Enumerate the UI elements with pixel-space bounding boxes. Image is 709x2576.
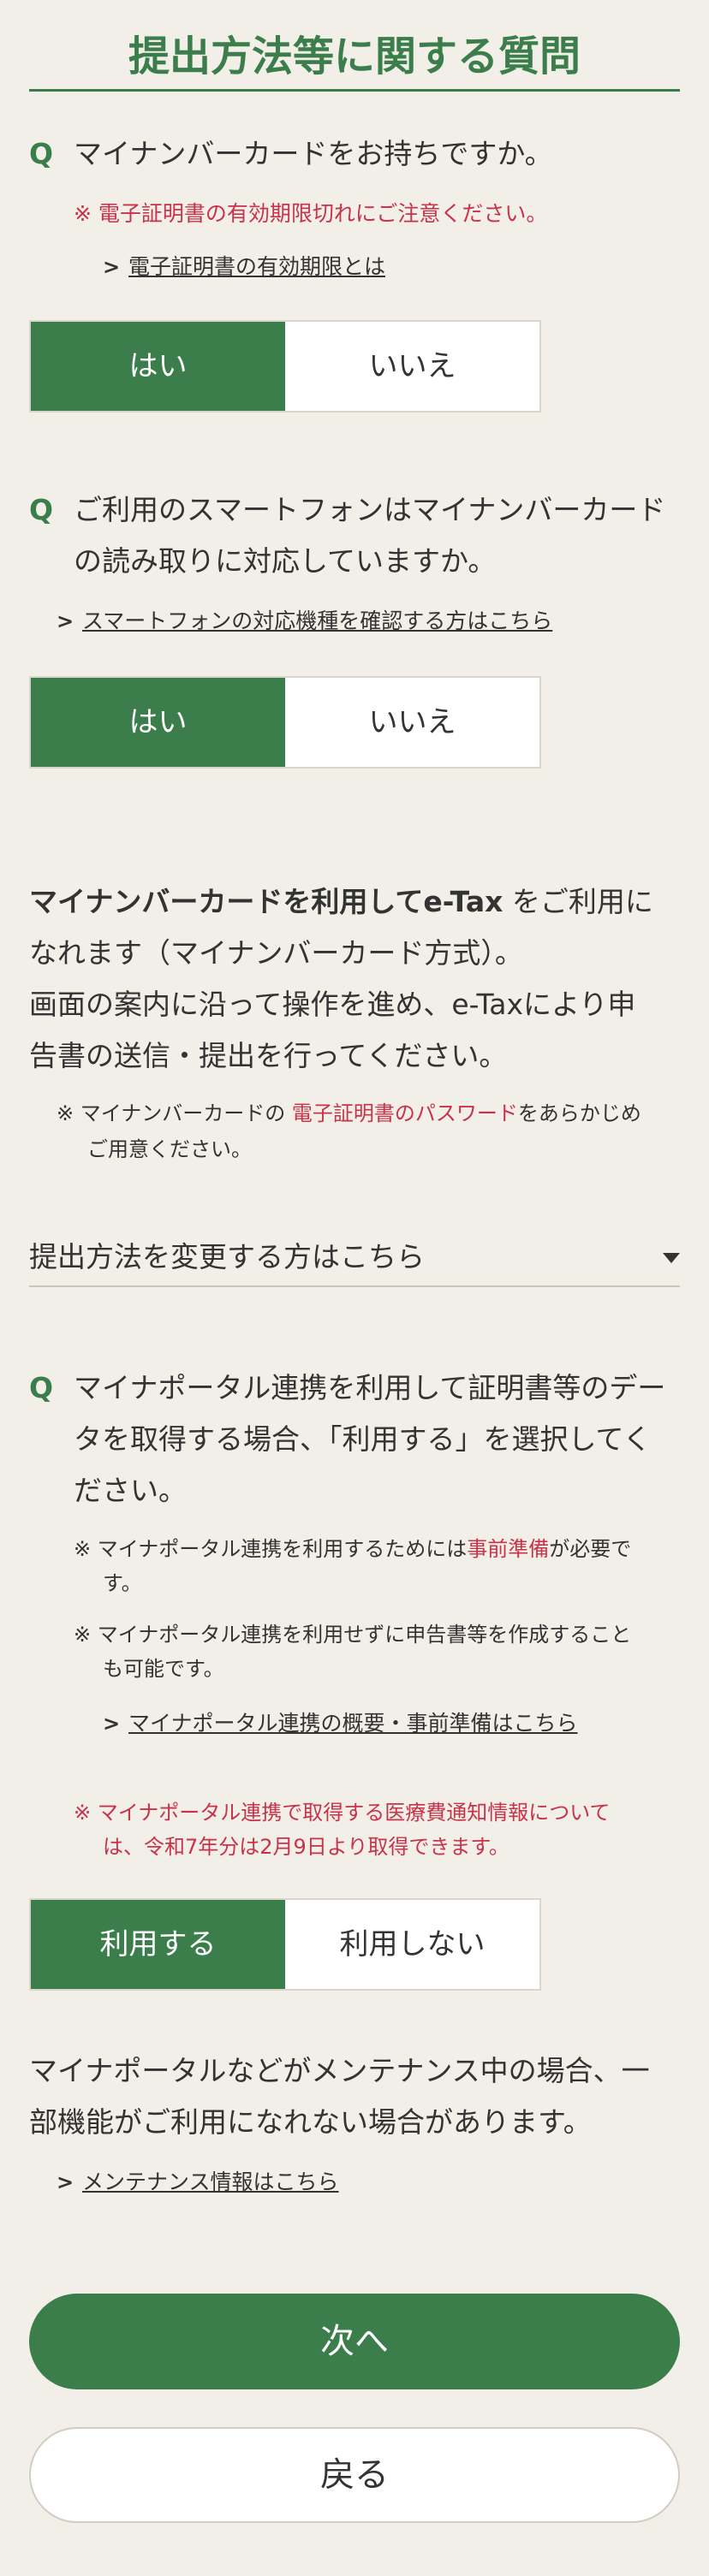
chevron-right-icon: > — [57, 609, 74, 633]
caret-down-icon — [663, 1253, 680, 1263]
q3-optional-note-line-1: ※ マイナポータル連携を利用せずに申告書等を作成すること — [74, 1617, 690, 1652]
q1-no-button[interactable]: いいえ — [285, 322, 539, 411]
question-2-text: ご利用のスマートフォンはマイナンバーカード の読み取りに対応していますか。 — [74, 484, 690, 587]
result-line-1: マイナンバーカードを利用してe-Tax をご利用に — [29, 876, 688, 928]
result-line-4: 告書の送信・提出を行ってください。 — [29, 1039, 508, 1072]
q3-medical-note-line-2: は、令和7年分は2月9日より取得できます。 — [103, 1835, 509, 1859]
chevron-right-icon: > — [103, 255, 121, 279]
password-highlight: 電子証明書のパスワード — [291, 1101, 518, 1125]
question-mark-2: Q — [29, 493, 54, 526]
q2-line-1: ご利用のスマートフォンはマイナンバーカード — [74, 493, 666, 526]
q2-device-link[interactable]: > スマートフォンの対応機種を確認する方はこちら — [57, 604, 552, 638]
note-text: 電子証明書の有効期限切れにご注意ください。 — [98, 201, 548, 226]
note-text-a: マイナンバーカードの — [80, 1101, 286, 1125]
q3-toggle: 利用する 利用しない — [29, 1898, 541, 1991]
dropdown-label: 提出方法を変更する方はこちら — [29, 1240, 425, 1273]
page-title: 提出方法等に関する質問 — [29, 24, 680, 92]
q2-no-button[interactable]: いいえ — [285, 678, 539, 767]
q3-line-1: マイナポータル連携を利用して証明書等のデー — [74, 1371, 666, 1404]
q1-expiry-link[interactable]: > 電子証明書の有効期限とは — [103, 250, 385, 284]
password-note: ※ マイナンバーカードの 電子証明書のパスワードをあらかじめ ご用意ください。 — [57, 1095, 690, 1167]
q3-medical-note: ※ マイナポータル連携で取得する医療費通知情報について は、令和7年分は2月9日… — [74, 1795, 690, 1864]
question-1-text: マイナンバーカードをお持ちですか。 — [74, 137, 553, 170]
maintenance-link[interactable]: > メンテナンス情報はこちら — [57, 2165, 339, 2199]
maintenance-line-1: マイナポータルなどがメンテナンス中の場合、一 — [29, 2054, 650, 2087]
note-prefix: ※ — [74, 1801, 92, 1825]
note-prefix: ※ — [74, 1537, 92, 1561]
result-line-1-rest: をご利用に — [503, 885, 653, 918]
result-line-3: 画面の案内に沿って操作を進め、e-Taxにより申 — [29, 988, 636, 1021]
q2-toggle: はい いいえ — [29, 676, 541, 769]
q3-prep-note-line-1: ※ マイナポータル連携を利用するためには事前準備が必要で — [74, 1532, 690, 1566]
prep-highlight: 事前準備 — [467, 1537, 550, 1561]
chevron-right-icon: > — [103, 1712, 121, 1736]
link-text[interactable]: メンテナンス情報はこちら — [82, 2169, 339, 2194]
q3-prep-note-line-2: す。 — [103, 1571, 142, 1595]
q3-line-2: タを取得する場合、「利用する」を選択してく — [74, 1422, 652, 1456]
note-text-b: が必要で — [549, 1537, 632, 1561]
question-mark-1: Q — [29, 137, 54, 170]
q1-yes-button[interactable]: はい — [31, 322, 285, 411]
q2-line-2: の読み取りに対応していますか。 — [74, 544, 497, 578]
q3-medical-note-line-1: ※ マイナポータル連携で取得する医療費通知情報について — [74, 1795, 690, 1830]
maintenance-line-2: 部機能がご利用になれない場合があります。 — [29, 2105, 592, 2139]
change-method-dropdown[interactable]: 提出方法を変更する方はこちら — [29, 1229, 680, 1287]
note-prefix: ※ — [74, 201, 92, 226]
q3-optional-note-line-2: も可能です。 — [103, 1657, 224, 1681]
link-text[interactable]: 電子証明書の有効期限とは — [128, 254, 385, 279]
password-note-line-2: ご用意ください。 — [87, 1137, 252, 1161]
q1-toggle: はい いいえ — [29, 320, 541, 413]
password-note-line-1: ※ マイナンバーカードの 電子証明書のパスワードをあらかじめ — [57, 1095, 690, 1131]
note-text: マイナポータル連携を利用せずに申告書等を作成すること — [97, 1623, 632, 1647]
q3-not-use-button[interactable]: 利用しない — [285, 1900, 539, 1989]
note-text-b: をあらかじめ — [517, 1101, 641, 1125]
link-text[interactable]: マイナポータル連携の概要・事前準備はこちら — [128, 1711, 578, 1736]
next-button[interactable]: 次へ — [29, 2294, 680, 2389]
result-line-2: なれます（マイナンバーカード方式）。 — [29, 936, 523, 970]
note-text: マイナポータル連携で取得する医療費通知情報について — [97, 1801, 611, 1825]
q1-expiry-note: ※ 電子証明書の有効期限切れにご注意ください。 — [74, 197, 690, 231]
result-message: マイナンバーカードを利用してe-Tax をご利用に なれます（マイナンバーカード… — [29, 876, 688, 1082]
maintenance-message: マイナポータルなどがメンテナンス中の場合、一 部機能がご利用になれない場合があり… — [29, 2045, 688, 2148]
q3-prep-note: ※ マイナポータル連携を利用するためには事前準備が必要で す。 — [74, 1532, 690, 1600]
chevron-right-icon: > — [57, 2170, 74, 2194]
q2-yes-button[interactable]: はい — [31, 678, 285, 767]
note-prefix: ※ — [74, 1623, 92, 1647]
back-button[interactable]: 戻る — [29, 2427, 680, 2523]
link-text[interactable]: スマートフォンの対応機種を確認する方はこちら — [82, 608, 552, 633]
q3-line-3: ださい。 — [74, 1474, 187, 1507]
note-text-a: マイナポータル連携を利用するためには — [97, 1537, 468, 1561]
question-mark-3: Q — [29, 1371, 54, 1404]
result-bold: マイナンバーカードを利用してe-Tax — [29, 885, 503, 918]
q3-optional-note: ※ マイナポータル連携を利用せずに申告書等を作成すること も可能です。 — [74, 1617, 690, 1686]
q3-overview-link[interactable]: > マイナポータル連携の概要・事前準備はこちら — [103, 1706, 578, 1741]
note-prefix: ※ — [57, 1101, 74, 1125]
question-3-text: マイナポータル連携を利用して証明書等のデー タを取得する場合、「利用する」を選択… — [74, 1362, 690, 1517]
q3-use-button[interactable]: 利用する — [31, 1900, 285, 1989]
